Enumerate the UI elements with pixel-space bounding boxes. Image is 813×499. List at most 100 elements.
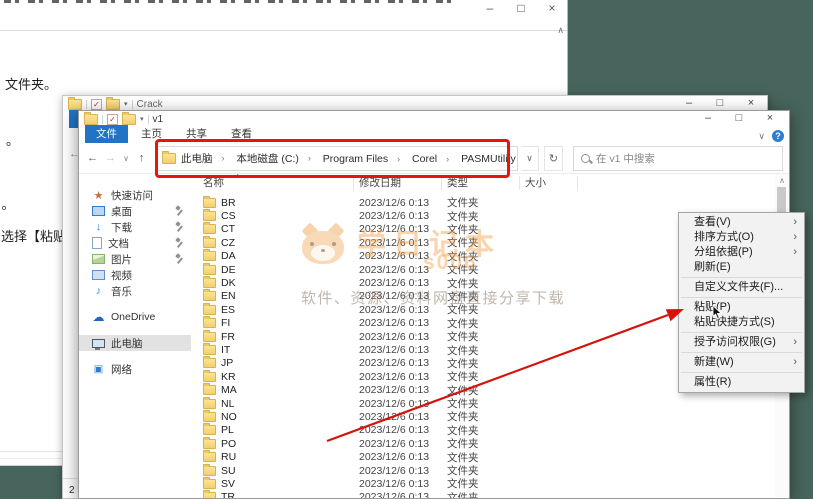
breadcrumb-item[interactable]: Program Files› <box>323 153 400 165</box>
menu-item-label: 属性(R) <box>694 376 731 388</box>
minimize-button[interactable]: – <box>701 112 715 124</box>
menu-item[interactable]: 分组依据(P) › <box>679 245 804 260</box>
help-icon[interactable]: ? <box>772 130 784 142</box>
file-name: NL <box>221 398 234 410</box>
sidebar-item[interactable]: 快速访问 <box>79 187 191 203</box>
table-row[interactable]: PL 2023/12/6 0:13 文件夹 <box>191 424 775 437</box>
menu-item[interactable]: 查看(V) › <box>679 215 804 230</box>
menu-item-label: 授予访问权限(G) <box>694 336 776 348</box>
menu-item[interactable]: 属性(R) <box>679 375 804 390</box>
chevron-down-icon[interactable]: ▾ <box>140 115 144 123</box>
file-name: DE <box>221 264 236 276</box>
red-check-icon[interactable]: ✓ <box>91 99 102 110</box>
minimize-button[interactable]: – <box>682 97 696 109</box>
sidebar-item[interactable]: 文档 <box>79 235 191 251</box>
breadcrumb-item[interactable]: Corel› <box>412 153 449 165</box>
table-row[interactable]: SV 2023/12/6 0:13 文件夹 <box>191 477 775 490</box>
menu-item[interactable]: 授予访问权限(G) › <box>679 335 804 350</box>
ribbon-tab[interactable]: 查看 <box>220 125 263 143</box>
ribbon-collapse-icon[interactable]: ∨ <box>758 131 765 142</box>
table-row[interactable]: SU 2023/12/6 0:13 文件夹 <box>191 464 775 477</box>
column-header-type[interactable]: 类型 <box>442 176 520 190</box>
sidebar: 快速访问 桌面 下载 文档 <box>79 174 191 498</box>
file-date: 2023/12/6 0:13 <box>354 331 442 343</box>
refresh-icon[interactable]: ↻ <box>544 146 563 171</box>
table-row[interactable]: RU 2023/12/6 0:13 文件夹 <box>191 450 775 463</box>
minimize-button[interactable]: – <box>483 1 497 15</box>
breadcrumb-item[interactable]: 此电脑› <box>181 151 225 166</box>
file-name: CS <box>221 210 236 222</box>
menu-item[interactable]: 粘贴快捷方式(S) <box>679 315 804 330</box>
address-dropdown-icon[interactable]: ∨ <box>521 146 539 171</box>
ribbon-tab[interactable]: 主页 <box>130 125 173 143</box>
ribbon-tab[interactable]: 共享 <box>175 125 218 143</box>
videos-icon <box>92 270 105 280</box>
folder-icon <box>203 466 216 476</box>
sidebar-item[interactable]: 视频 <box>79 267 191 283</box>
menu-separator <box>681 297 802 298</box>
folder-icon <box>203 291 216 301</box>
file-name: PL <box>221 424 234 436</box>
menu-item-label: 排序方式(O) <box>694 231 754 243</box>
sidebar-item[interactable]: 音乐 <box>79 283 191 299</box>
folder-icon <box>106 99 120 110</box>
sidebar-item[interactable]: 此电脑 <box>79 335 191 351</box>
file-date: 2023/12/6 0:13 <box>354 237 442 249</box>
breadcrumb-item[interactable]: PASMUtility› <box>461 153 518 165</box>
file-date: 2023/12/6 0:13 <box>354 371 442 383</box>
column-header-name[interactable]: 名称 <box>191 176 354 190</box>
file-date: 2023/12/6 0:13 <box>354 357 442 369</box>
file-name: CT <box>221 223 235 235</box>
folder-icon <box>203 305 216 315</box>
table-row[interactable]: NL 2023/12/6 0:13 文件夹 <box>191 397 775 410</box>
table-row[interactable]: TR 2023/12/6 0:13 文件夹 <box>191 491 775 498</box>
folder-icon <box>203 358 216 368</box>
address-bar[interactable]: 此电脑› 本地磁盘 (C:)› Program Files› Corel› PA… <box>156 146 518 171</box>
chevron-down-icon[interactable]: ▾ <box>124 100 128 108</box>
ribbon-tab[interactable]: 文件 <box>85 125 128 143</box>
file-type: 文件夹 <box>442 490 520 498</box>
context-menu: 查看(V) › 排序方式(O) › 分组依据(P) › 刷新(E) 自定义文 <box>678 212 805 393</box>
table-row[interactable]: NO 2023/12/6 0:13 文件夹 <box>191 410 775 423</box>
sidebar-item[interactable]: 图片 <box>79 251 191 267</box>
scroll-up-icon[interactable]: ∧ <box>557 25 564 36</box>
scroll-up-icon[interactable]: ∧ <box>775 176 789 185</box>
recent-locations-icon[interactable]: ∨ <box>121 154 131 163</box>
folder-icon <box>203 238 216 248</box>
close-button[interactable]: × <box>763 112 777 124</box>
title-bar: ✓ ▾ v1 – □ × <box>79 111 789 127</box>
file-date: 2023/12/6 0:13 <box>354 478 442 490</box>
menu-item[interactable]: 粘贴(P) <box>679 300 804 315</box>
folder-icon <box>203 385 216 395</box>
menu-item[interactable]: 刷新(E) <box>679 260 804 275</box>
folder-icon <box>203 278 216 288</box>
maximize-button[interactable]: □ <box>732 112 746 124</box>
maximize-button[interactable]: □ <box>514 1 528 15</box>
folder-icon <box>203 198 216 208</box>
menu-item[interactable]: 自定义文件夹(F)... <box>679 280 804 295</box>
menu-item[interactable]: 排序方式(O) › <box>679 230 804 245</box>
table-row[interactable]: BR 2023/12/6 0:13 文件夹 <box>191 196 775 209</box>
sidebar-item[interactable]: 网络 <box>79 361 191 377</box>
forward-button[interactable]: → <box>103 152 118 164</box>
search-input[interactable]: 在 v1 中搜索 <box>573 146 783 171</box>
folder-icon <box>203 251 216 261</box>
red-check-icon[interactable]: ✓ <box>107 114 118 125</box>
sidebar-item[interactable]: OneDrive <box>79 309 191 325</box>
sidebar-item[interactable]: 下载 <box>79 219 191 235</box>
maximize-button[interactable]: □ <box>713 97 727 109</box>
sidebar-item[interactable]: 桌面 <box>79 203 191 219</box>
menu-item[interactable]: 新建(W) › <box>679 355 804 370</box>
file-date: 2023/12/6 0:13 <box>354 197 442 209</box>
file-date: 2023/12/6 0:13 <box>354 264 442 276</box>
back-button[interactable]: ← <box>85 152 100 164</box>
column-header-date[interactable]: 修改日期 <box>354 176 442 190</box>
column-header-size[interactable]: 大小 <box>520 176 578 190</box>
file-date: 2023/12/6 0:13 <box>354 398 442 410</box>
folder-icon <box>203 425 216 435</box>
close-button[interactable]: × <box>744 97 758 109</box>
up-button[interactable]: ↑ <box>134 152 149 164</box>
breadcrumb-item[interactable]: 本地磁盘 (C:)› <box>236 151 310 166</box>
close-button[interactable]: × <box>545 1 559 15</box>
table-row[interactable]: PO 2023/12/6 0:13 文件夹 <box>191 437 775 450</box>
